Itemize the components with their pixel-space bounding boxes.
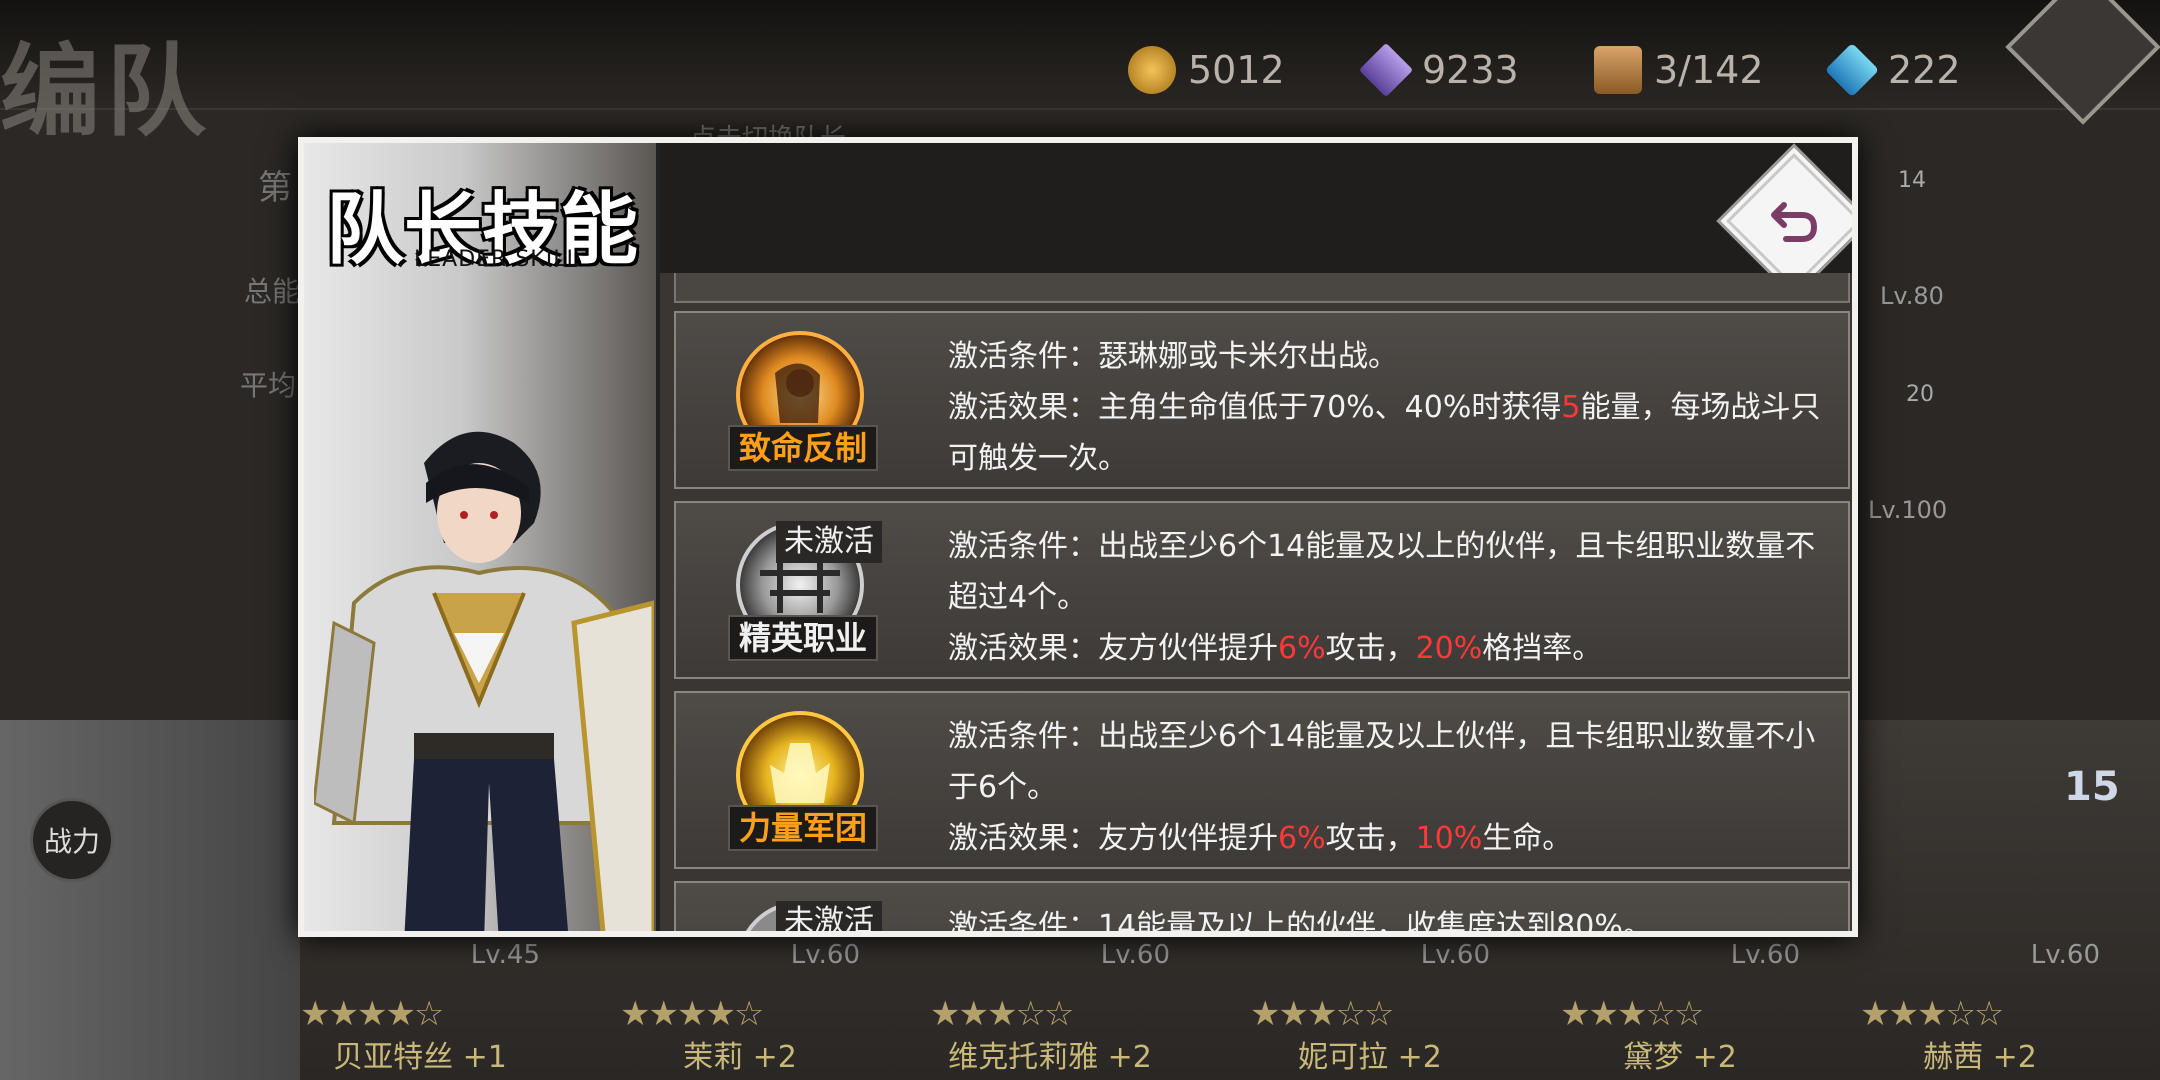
gem-resource[interactable]: 222 (1824, 42, 1961, 98)
star-rating: ★★★★☆ (620, 994, 764, 1034)
effect-highlight: 6% (1278, 821, 1326, 856)
effect-highlight: 20% (1415, 631, 1483, 666)
condition-text: 14能量及以上的伙伴，收集度达到80%。 (1098, 909, 1653, 933)
side-level-2: Lv.100 (1868, 496, 1948, 524)
skill-description: 激活条件：瑟琳娜或卡米尔出战。 激活效果：主角生命值低于70%、40%时获得5能… (948, 331, 1828, 484)
gold-resource[interactable]: 5012 (1128, 42, 1285, 98)
star-rating: ★★★☆☆ (1860, 994, 2004, 1034)
condition-label: 激活条件： (948, 719, 1098, 754)
skill-item[interactable]: 致命反制 激活条件：瑟琳娜或卡米尔出战。 激活效果：主角生命值低于70%、40%… (674, 311, 1850, 489)
side-energy-2: 20 (1906, 382, 1934, 407)
gem-value: 222 (1888, 48, 1961, 92)
side-level-1: Lv.80 (1880, 282, 1944, 310)
card-name: 维克托莉雅 +2 (948, 1040, 1152, 1075)
card-level: Lv.45 (470, 940, 540, 970)
condition-label: 激活条件： (948, 339, 1098, 374)
team-card[interactable]: Lv.60 ★★★★☆ 茉莉 +2 (610, 940, 870, 1075)
effect-text: 友方伙伴提升 (1098, 631, 1278, 666)
effect-text: 友方伙伴提升 (1098, 821, 1278, 856)
crystal-value: 9233 (1422, 48, 1519, 92)
effect-text: 攻击， (1325, 821, 1416, 856)
effect-label: 激活效果： (948, 821, 1098, 856)
card-level: Lv.60 (1420, 940, 1490, 970)
skill-name: 力量军团 (728, 805, 878, 851)
inactive-label: 未激活 (776, 521, 882, 563)
effect-highlight: 10% (1415, 821, 1483, 856)
effect-highlight: 6% (1278, 631, 1326, 666)
card-area-left-strip (0, 720, 300, 1080)
chest-resource[interactable]: 3/142 (1594, 42, 1764, 98)
effect-text: 主角生命值低于70%、40%时获得 (1098, 390, 1562, 425)
bg-label-2: 总能 (244, 275, 301, 308)
card-level: Lv.60 (790, 940, 860, 970)
card-name: 茉莉 +2 (683, 1040, 797, 1075)
modal-divider (656, 143, 660, 931)
crystal-icon (1358, 42, 1414, 98)
skill-description: 激活条件：出战至少6个14能量及以上伙伴，且卡组职业数量不小于6个。 激活效果：… (948, 711, 1828, 864)
skill-item[interactable]: 未激活 精英职业 激活条件：出战至少6个14能量及以上的伙伴，且卡组职业数量不超… (674, 501, 1850, 679)
effect-text: 生命。 (1482, 821, 1573, 856)
chest-icon (1594, 46, 1642, 94)
modal-header (660, 143, 1852, 273)
gold-value: 5012 (1188, 48, 1285, 92)
skill-item[interactable]: 未激活 激活条件：14能量及以上的伙伴，收集度达到80%。 (674, 881, 1850, 933)
team-card[interactable]: Lv.60 ★★★☆☆ 赫茜 +2 (1850, 940, 2110, 1075)
page-title: 编队 (0, 32, 212, 150)
star-rating: ★★★☆☆ (930, 994, 1074, 1034)
card-level: Lv.60 (1100, 940, 1170, 970)
card-name: 妮可拉 +2 (1298, 1040, 1442, 1075)
crystal-resource[interactable]: 9233 (1358, 42, 1519, 98)
team-card[interactable]: Lv.45 ★★★★☆ 贝亚特丝 +1 (290, 940, 550, 1075)
effect-label: 激活效果： (948, 390, 1098, 425)
side-energy-1: 14 (1898, 168, 1926, 193)
card-name: 贝亚特丝 +1 (333, 1040, 507, 1075)
skill-description: 激活条件：出战至少6个14能量及以上的伙伴，且卡组职业数量不超过4个。 激活效果… (948, 521, 1828, 674)
card-name: 赫茜 +2 (1923, 1040, 2037, 1075)
chest-value: 3/142 (1654, 48, 1764, 92)
skill-name: 精英职业 (728, 615, 878, 661)
skill-list[interactable]: 致命反制 激活条件：瑟琳娜或卡米尔出战。 激活效果：主角生命值低于70%、40%… (674, 273, 1850, 933)
star-rating: ★★★☆☆ (1560, 994, 1704, 1034)
condition-text: 瑟琳娜或卡米尔出战。 (1098, 339, 1398, 374)
gold-coin-icon (1128, 46, 1176, 94)
effect-label: 激活效果： (948, 631, 1098, 666)
bg-label-1: 第 (258, 168, 292, 208)
power-sort-button[interactable]: 战力 (30, 798, 114, 882)
effect-highlight: 5 (1561, 390, 1581, 425)
back-arrow-icon (1771, 202, 1818, 242)
skill-description: 激活条件：14能量及以上的伙伴，收集度达到80%。 (948, 901, 1828, 933)
condition-label: 激活条件： (948, 529, 1098, 564)
star-rating: ★★★★☆ (300, 994, 444, 1034)
modal-subtitle: LEADER SKILL (414, 247, 580, 272)
card-name: 黛梦 +2 (1623, 1040, 1737, 1075)
previous-skill-fragment (674, 273, 1850, 303)
skill-name: 致命反制 (728, 425, 878, 471)
diamond-gem-icon (1824, 42, 1880, 98)
effect-text: 格挡率。 (1482, 631, 1603, 666)
inactive-label: 未激活 (776, 901, 882, 931)
bg-label-3: 平均 (240, 369, 297, 402)
team-card[interactable]: Lv.60 ★★★☆☆ 妮可拉 +2 (1240, 940, 1500, 1075)
team-card[interactable]: Lv.60 ★★★☆☆ 维克托莉雅 +2 (920, 940, 1180, 1075)
card-level: Lv.60 (2030, 940, 2100, 970)
close-button[interactable] (1724, 151, 1852, 291)
condition-label: 激活条件： (948, 909, 1098, 933)
hero-portrait (314, 431, 654, 931)
effect-text: 攻击， (1325, 631, 1416, 666)
skill-item[interactable]: 力量军团 激活条件：出战至少6个14能量及以上伙伴，且卡组职业数量不小于6个。 … (674, 691, 1850, 869)
card-level: Lv.60 (1730, 940, 1800, 970)
leader-skill-modal: 队长技能 LEADER SKILL 致命反制 激活条件：瑟琳娜或卡米尔出战。 激… (298, 137, 1858, 937)
energy-badge: 15 (2064, 764, 2120, 810)
team-card[interactable]: Lv.60 ★★★☆☆ 黛梦 +2 (1550, 940, 1810, 1075)
star-rating: ★★★☆☆ (1250, 994, 1394, 1034)
